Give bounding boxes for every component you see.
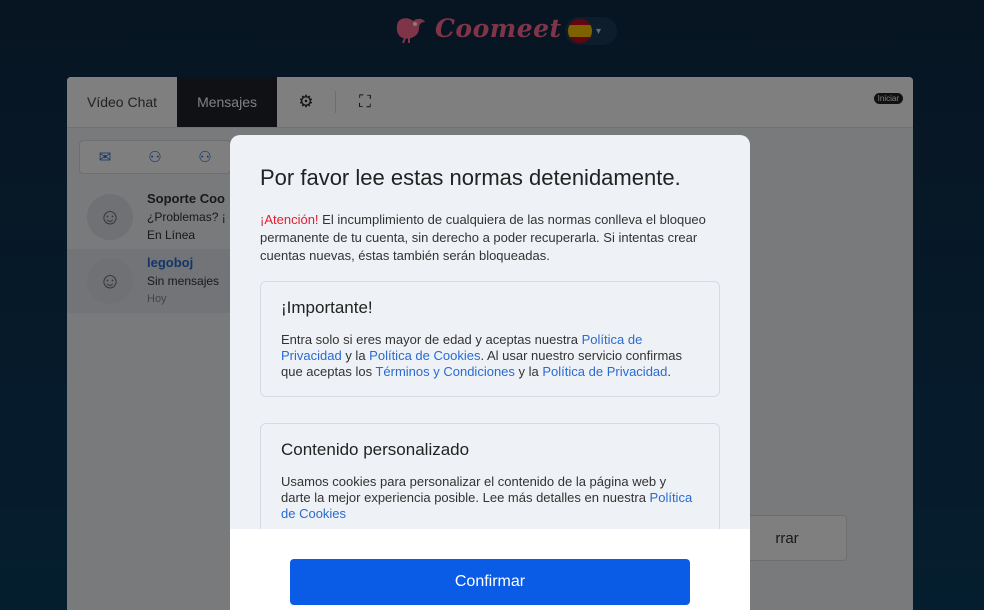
important-text: Entra solo si eres mayor de edad y acept… <box>281 332 683 379</box>
important-card: ¡Importante! Entra solo si eres mayor de… <box>260 281 720 397</box>
modal-title: Por favor lee estas normas detenidamente… <box>260 165 681 190</box>
important-heading: ¡Importante! <box>281 298 373 317</box>
warning-prefix: ¡Atención! <box>260 212 319 227</box>
cookie-policy-link[interactable]: Política de Cookies <box>369 348 480 363</box>
rules-modal: Por favor lee estas normas detenidamente… <box>230 135 750 610</box>
privacy-policy-link-2[interactable]: Política de Privacidad <box>542 364 667 379</box>
modal-footer: Confirmar <box>230 529 750 610</box>
confirm-button[interactable]: Confirmar <box>290 559 690 605</box>
personalized-heading: Contenido personalizado <box>281 440 470 459</box>
personalized-text: Usamos cookies para personalizar el cont… <box>281 474 693 521</box>
warning-body: El incumplimiento de cualquiera de las n… <box>260 212 706 263</box>
warning-text: ¡Atención! El incumplimiento de cualquie… <box>260 211 710 265</box>
terms-link[interactable]: Términos y Condiciones <box>375 364 514 379</box>
